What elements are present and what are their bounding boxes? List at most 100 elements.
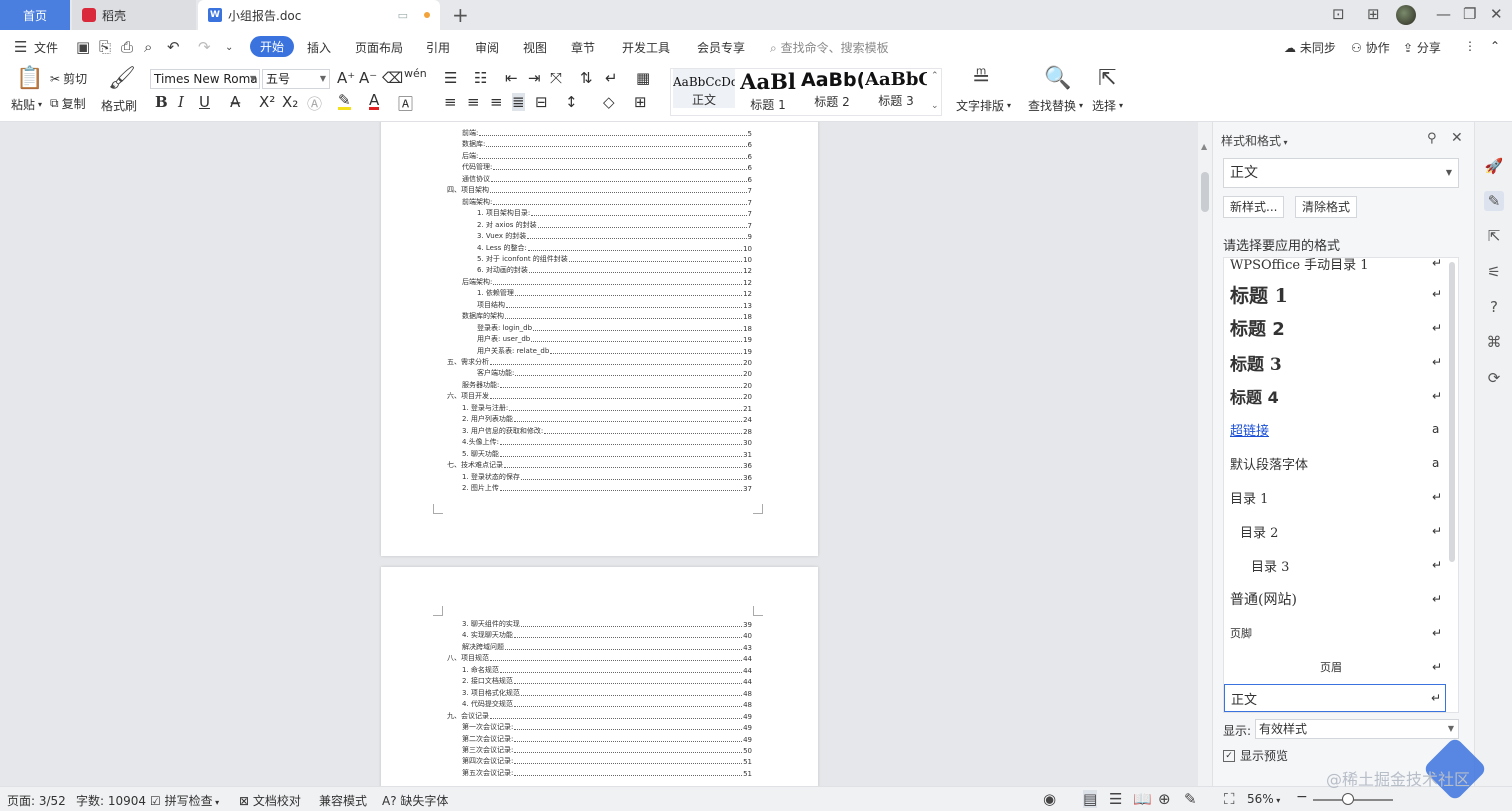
toc-entry[interactable]: 3. 聊天组件的实现 39: [462, 619, 752, 629]
increase-indent-icon[interactable]: ⇥: [528, 69, 541, 87]
style-gallery-item-heading1[interactable]: AaBl 标题 1: [737, 69, 799, 113]
style-list-item[interactable]: 页脚 ↵: [1224, 618, 1446, 648]
tab-review[interactable]: 审阅: [475, 39, 499, 56]
zoom-slider-handle[interactable]: [1342, 793, 1354, 805]
bold-icon[interactable]: B: [155, 93, 168, 111]
toc-entry[interactable]: 3. Vuex 的封装 9: [477, 231, 752, 241]
borders-icon[interactable]: ⊞: [634, 93, 647, 111]
style-list-item[interactable]: 标题 1 ↵: [1224, 278, 1446, 310]
align-left-icon[interactable]: ≡: [444, 93, 457, 111]
minimize-icon[interactable]: —: [1436, 5, 1451, 23]
gallery-expand-icon[interactable]: ⌄: [931, 101, 939, 111]
export-pdf-icon[interactable]: ⎘: [99, 38, 111, 56]
toc-entry[interactable]: 后端架构: 12: [462, 277, 752, 287]
style-list-item[interactable]: 标题 2 ↵: [1224, 312, 1446, 344]
chinese-layout-icon[interactable]: ⤧: [550, 69, 562, 87]
tab-home[interactable]: 首页: [0, 0, 70, 30]
style-list-item[interactable]: 超链接 a: [1224, 414, 1446, 444]
collapse-ribbon-icon[interactable]: ⌃: [1490, 39, 1500, 53]
quick-access-dropdown-icon[interactable]: ⌄: [225, 42, 233, 53]
style-list-item[interactable]: 标题 3 ↵: [1224, 346, 1446, 378]
distribute-icon[interactable]: ⊟: [535, 93, 548, 111]
toc-entry[interactable]: 六、项目开发 20: [447, 391, 752, 401]
print-icon[interactable]: ⎙: [121, 38, 133, 56]
page-indicator[interactable]: 页面: 3/52: [7, 792, 66, 809]
share-button[interactable]: ⇪ 分享: [1403, 39, 1441, 56]
style-list-item[interactable]: 普通(网站) ↵: [1224, 584, 1446, 614]
style-list-item[interactable]: 标题 4 ↵: [1224, 380, 1446, 412]
tab-daoke[interactable]: 稻壳: [72, 0, 196, 30]
close-pane-icon[interactable]: ✕: [1451, 130, 1463, 146]
text-layout-button[interactable]: 文字排版 ▾: [956, 97, 1011, 114]
more-options-icon[interactable]: ⋮: [1464, 39, 1476, 53]
style-gallery-item-normal[interactable]: AaBbCcDd 正文: [673, 69, 735, 108]
toc-entry[interactable]: 4. 代码提交规范 48: [462, 699, 752, 709]
pane-title[interactable]: 样式和格式 ▾: [1221, 132, 1288, 149]
toc-entry[interactable]: 第四次会议记录: 51: [462, 756, 752, 766]
page-view-icon[interactable]: ▤: [1083, 790, 1098, 808]
style-list-item[interactable]: 默认段落字体 a: [1224, 448, 1446, 478]
hamburger-menu-icon[interactable]: ☰: [14, 38, 27, 56]
new-tab-button[interactable]: +: [452, 3, 469, 27]
toc-entry[interactable]: 四、项目架构 7: [447, 185, 752, 195]
sort-icon[interactable]: ⇅: [580, 69, 593, 87]
show-marks-icon[interactable]: ↵: [605, 69, 618, 87]
toc-entry[interactable]: 解决跨域问题 43: [462, 642, 752, 652]
toc-entry[interactable]: 前端架构: 7: [462, 197, 752, 207]
spellcheck-button[interactable]: ☑ 拼写检查 ▾: [150, 792, 219, 809]
format-painter-button[interactable]: 格式刷: [101, 97, 137, 114]
align-center-icon[interactable]: ≡: [467, 93, 480, 111]
restore-icon[interactable]: ❐: [1463, 5, 1476, 23]
tab-document[interactable]: W 小组报告.doc ▭: [198, 0, 440, 30]
toc-entry[interactable]: 数据库的架构 18: [462, 311, 752, 321]
missing-font-button[interactable]: A? 缺失字体: [382, 792, 448, 809]
gallery-up-icon[interactable]: ⌃: [931, 71, 939, 81]
toc-entry[interactable]: 1. 依赖管理 12: [477, 288, 752, 298]
font-name-select[interactable]: Times New Roma ▼: [150, 69, 260, 89]
scroll-up-icon[interactable]: ▲: [1201, 142, 1207, 151]
document-page[interactable]: 3. 聊天组件的实现 39 4. 实现聊天功能 40 解决跨域问题 43 八、项目规范 44 1…: [381, 567, 818, 786]
toc-entry[interactable]: 前端: 5: [462, 128, 752, 138]
reading-view-icon[interactable]: 📖: [1133, 790, 1152, 808]
close-window-icon[interactable]: ✕: [1490, 5, 1503, 23]
menu-file[interactable]: 文件: [34, 39, 58, 56]
toc-entry[interactable]: 八、项目规范 44: [447, 653, 752, 663]
find-replace-button[interactable]: 查找替换 ▾: [1028, 97, 1083, 114]
copy-button[interactable]: ⧉ 复制: [50, 95, 86, 112]
write-mode-icon[interactable]: ✎: [1184, 790, 1197, 808]
highlight-icon[interactable]: ✎: [338, 93, 351, 110]
toc-entry[interactable]: 2. 接口文档规范 44: [462, 676, 752, 686]
font-color-icon[interactable]: A: [369, 93, 380, 110]
toc-entry[interactable]: 1. 登录与注册: 21: [462, 403, 752, 413]
current-style-select[interactable]: 正文 ▼: [1223, 158, 1459, 188]
increase-font-icon[interactable]: A⁺: [337, 69, 355, 87]
char-border-icon[interactable]: 🄰: [398, 93, 413, 114]
toc-entry[interactable]: 1. 命名规范 44: [462, 665, 752, 675]
style-list-item[interactable]: 页眉 ↵: [1224, 652, 1446, 682]
toc-entry[interactable]: 第三次会议记录: 50: [462, 745, 752, 755]
toc-entry[interactable]: 第五次会议记录: 51: [462, 768, 752, 778]
print-preview-icon[interactable]: ⌕: [144, 38, 152, 56]
toc-entry[interactable]: 用户关系表: relate_db 19: [477, 346, 752, 356]
font-size-select[interactable]: 五号 ▼: [262, 69, 330, 89]
tab-references[interactable]: 引用: [426, 39, 450, 56]
select-button[interactable]: 选择 ▾: [1092, 97, 1123, 114]
tab-view[interactable]: 视图: [523, 39, 547, 56]
superscript-icon[interactable]: X²: [259, 93, 275, 111]
document-page[interactable]: 前端: 5 数据库: 6 后端: 6 代码管理: 6 通信协议 6 四、项目架构 7 前端架构: 7 1. …: [381, 122, 818, 556]
style-list-item[interactable]: 目录 3 ↵: [1224, 550, 1446, 580]
grid-apps-icon[interactable]: ⊞: [1367, 5, 1380, 23]
toc-entry[interactable]: 3. 项目格式化规范 48: [462, 688, 752, 698]
toc-entry[interactable]: 1. 项目架构目录: 7: [477, 208, 752, 218]
toc-entry[interactable]: 第一次会议记录: 49: [462, 722, 752, 732]
word-count[interactable]: 字数: 10904: [76, 792, 146, 809]
phonetic-guide-icon[interactable]: wén: [404, 67, 427, 80]
zoom-level[interactable]: 56% ▾: [1247, 792, 1280, 806]
strikethrough-icon[interactable]: A̶: [230, 93, 240, 111]
adjust-sliders-icon[interactable]: ⚟: [1484, 262, 1504, 282]
style-pen-icon[interactable]: ✎: [1484, 191, 1504, 211]
toc-entry[interactable]: 用户表: user_db 19: [477, 334, 752, 344]
toc-entry[interactable]: 6. 对动画的封装 12: [477, 265, 752, 275]
tab-chapter[interactable]: 章节: [571, 39, 595, 56]
pin-icon[interactable]: ⚲: [1427, 131, 1437, 146]
